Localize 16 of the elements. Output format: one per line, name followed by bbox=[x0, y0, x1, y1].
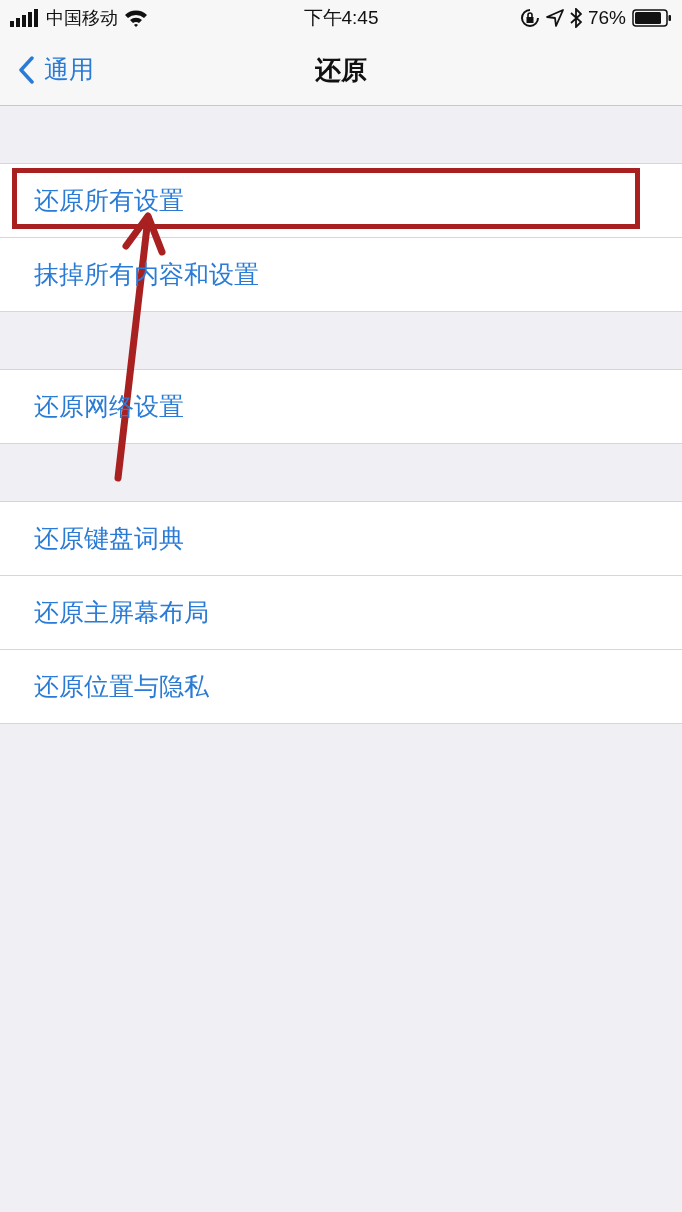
carrier-name: 中国移动 bbox=[46, 5, 118, 30]
settings-row[interactable]: 还原所有设置 bbox=[0, 164, 682, 237]
rotation-lock-icon bbox=[519, 7, 540, 28]
page-title: 还原 bbox=[315, 53, 367, 87]
battery-icon bbox=[632, 7, 672, 28]
wifi-icon bbox=[124, 8, 148, 27]
clock-time: 下午4:45 bbox=[303, 5, 379, 30]
signal-icon bbox=[10, 8, 40, 27]
bluetooth-icon bbox=[569, 7, 582, 28]
back-chevron-icon bbox=[18, 55, 34, 84]
settings-row[interactable]: 还原主屏幕布局 bbox=[0, 575, 682, 649]
battery-percent: 76% bbox=[587, 6, 626, 29]
location-icon bbox=[545, 8, 564, 27]
settings-row[interactable]: 还原位置与隐私 bbox=[0, 649, 682, 723]
back-button[interactable]: 通用 bbox=[18, 53, 94, 86]
settings-row[interactable]: 还原键盘词典 bbox=[0, 502, 682, 575]
